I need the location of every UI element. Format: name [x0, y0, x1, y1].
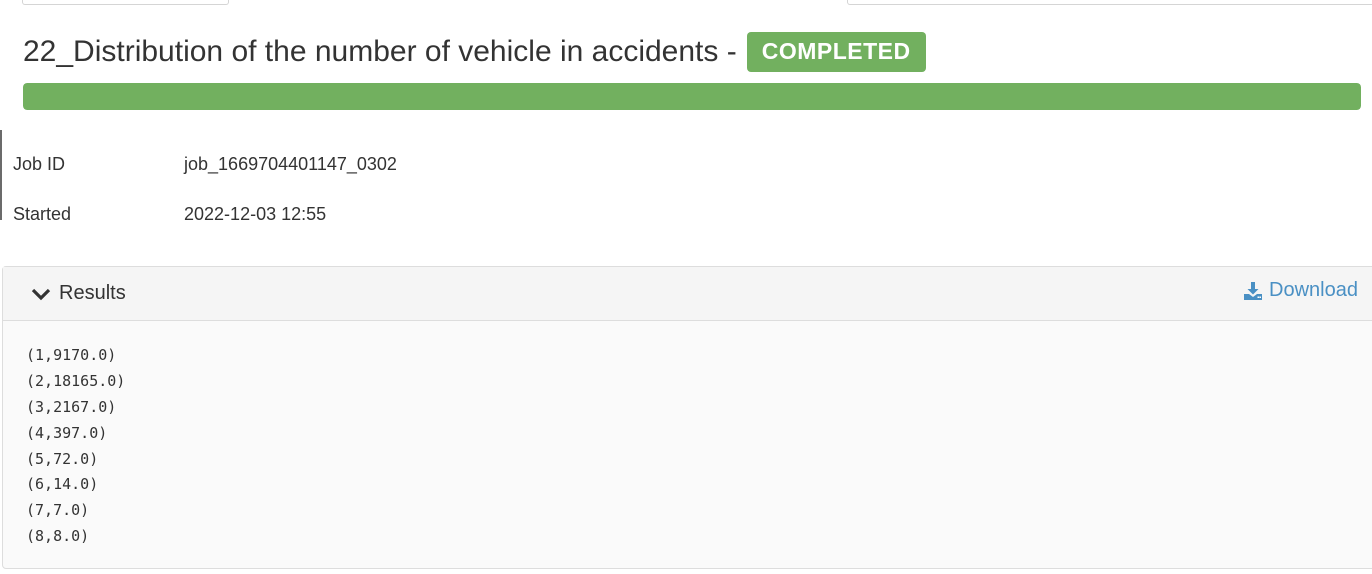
results-toggle[interactable]: Results — [31, 282, 126, 305]
download-icon — [1244, 281, 1263, 300]
started-row: Started 2022-12-03 12:55 — [13, 203, 326, 225]
result-line: (2,18165.0) — [26, 371, 126, 390]
job-id-row: Job ID job_1669704401147_0302 — [13, 153, 397, 175]
results-panel-heading: Results Download — [3, 267, 1372, 321]
result-line: (7,7.0) — [26, 501, 90, 520]
download-link[interactable]: Download — [1243, 279, 1358, 302]
results-panel: Results Download (1,9170.0) (2,18165.0) … — [2, 266, 1372, 569]
status-badge: COMPLETED — [746, 32, 926, 72]
download-label: Download — [1269, 279, 1358, 301]
chevron-down-icon — [31, 288, 51, 300]
result-line: (3,2167.0) — [26, 397, 117, 416]
left-edge-divider — [0, 130, 2, 220]
result-line: (4,397.0) — [26, 423, 108, 442]
result-line: (6,14.0) — [26, 475, 99, 494]
top-right-control[interactable] — [847, 0, 1372, 5]
result-line: (5,72.0) — [26, 449, 99, 468]
results-toggle-label: Results — [59, 282, 126, 304]
results-body: (1,9170.0) (2,18165.0) (3,2167.0) (4,397… — [3, 321, 1372, 550]
job-id-value: job_1669704401147_0302 — [184, 154, 397, 174]
page-title: 22_Distribution of the number of vehicle… — [23, 35, 737, 68]
progress-bar — [23, 83, 1361, 110]
job-id-label: Job ID — [13, 154, 66, 174]
started-value: 2022-12-03 12:55 — [184, 204, 327, 224]
result-line: (8,8.0) — [26, 527, 90, 546]
progress-fill — [23, 83, 1361, 110]
job-header: 22_Distribution of the number of vehicle… — [23, 32, 1360, 72]
top-left-control[interactable] — [22, 0, 229, 5]
started-label: Started — [13, 204, 72, 224]
result-line: (1,9170.0) — [26, 346, 117, 364]
